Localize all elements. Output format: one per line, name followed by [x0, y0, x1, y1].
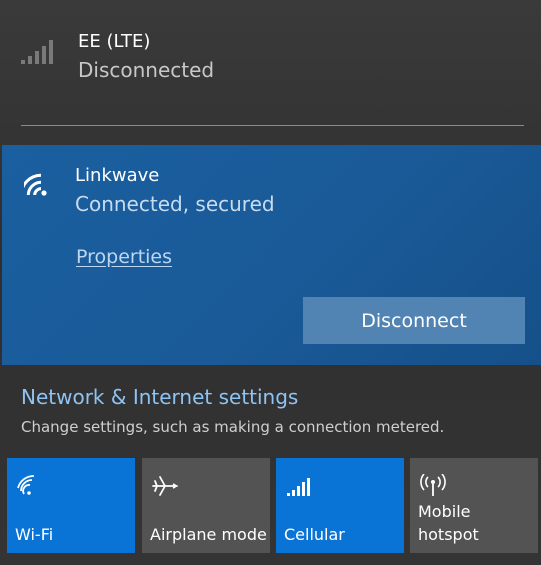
cellular-network-status: Disconnected [78, 58, 215, 82]
wifi-icon [24, 173, 47, 196]
mobile-hotspot-icon [420, 474, 446, 496]
cellular-network-item[interactable]: EE (LTE) Disconnected [0, 0, 541, 126]
divider [21, 125, 524, 126]
quick-action-label: Cellular [284, 525, 345, 544]
wifi-network-item[interactable]: Linkwave Connected, secured Properties D… [2, 145, 541, 365]
cellular-quick-action[interactable]: Cellular [276, 458, 404, 553]
quick-action-label: Airplane mode [150, 525, 267, 544]
disconnect-button[interactable]: Disconnect [303, 297, 525, 344]
airplane-mode-quick-action[interactable]: Airplane mode [142, 458, 270, 553]
cellular-signal-icon [21, 40, 53, 64]
properties-link[interactable]: Properties [76, 246, 172, 268]
quick-action-label: Wi-Fi [15, 525, 54, 544]
cellular-signal-icon [287, 478, 310, 496]
airplane-icon [152, 476, 178, 496]
wifi-network-status: Connected, secured [75, 192, 275, 216]
network-flyout: EE (LTE) Disconnected Linkwave Connected… [0, 0, 541, 565]
wifi-network-name: Linkwave [75, 165, 160, 186]
network-settings-description: Change settings, such as making a connec… [21, 418, 445, 436]
wifi-icon [17, 475, 35, 495]
mobile-hotspot-quick-action[interactable]: Mobile hotspot [410, 458, 538, 553]
wifi-quick-action[interactable]: Wi-Fi [7, 458, 135, 553]
network-settings-link[interactable]: Network & Internet settings [21, 385, 298, 409]
quick-action-label: Mobile hotspot [418, 502, 479, 544]
cellular-network-name: EE (LTE) [78, 31, 151, 52]
